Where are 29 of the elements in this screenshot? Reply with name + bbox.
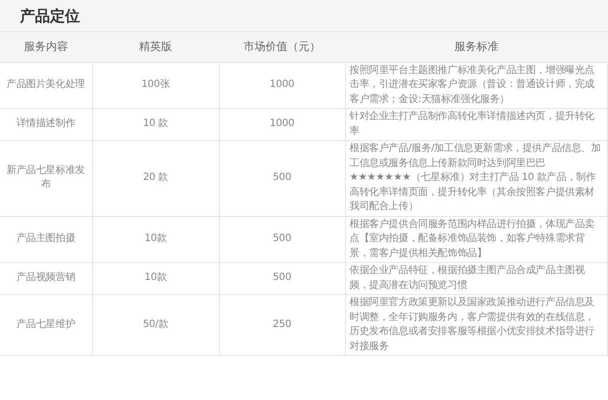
table-cell: 产品图片美化处理 [0, 62, 92, 108]
table-cell: 根据客户产品/服务/加工信息更新需求，提供产品信息、加工信息或服务信息上传新款同时达到阿里巴巴★★★★★★★（七星标准）对主打产品 10 款产品，制作高转化率详情页面，提升转化率（其余按照客户提供素材我司配合上传） [345, 140, 608, 216]
table-cell: 详情描述制作 [0, 108, 92, 140]
table-cell: 产品视频营销 [0, 262, 92, 294]
table-cell: 500 [219, 216, 345, 262]
table-cell: 100张 [92, 62, 219, 108]
table-cell: 根据阿里官方政策更新以及国家政策推动进行产品信息及时调整，全年订购服务内，客户需提供有效的在线信息，历史发布信息或者安排客服等根据小优安排技术指导进行对接服务 [345, 294, 608, 356]
table-cell: 按照阿里平台主题图推广标准美化产品主图，增强曝光点击率，引进潜在买家客户资源（普设：普通设计师，完成客户需求；金设:天猫标准强化服务） [345, 62, 608, 108]
table-cell: 新产品七星标准发布 [0, 140, 92, 216]
table-cell: 产品七星维护 [0, 294, 92, 356]
column-header: 服务标准 [345, 32, 608, 62]
table-cell: 针对企业主打产品制作高转化率详情描述内页，提升转化率 [345, 108, 608, 140]
table-cell: 根据客户提供合同服务范围内样品进行拍摄，体现产品卖点【室内拍摄，配备标准饰品装饰，如客户特殊需求背景，需客户提供相关配饰饰品】 [345, 216, 608, 262]
table-cell: 产品主图拍摄 [0, 216, 92, 262]
table-cell: 50/款 [92, 294, 219, 356]
section-title: 产品定位 [0, 0, 608, 32]
table-cell: 250 [219, 294, 345, 356]
table-cell: 10 款 [92, 108, 219, 140]
column-header: 服务内容 [0, 32, 92, 62]
table-cell: 20 款 [92, 140, 219, 216]
table-cell: 500 [219, 140, 345, 216]
column-header: 市场价值（元） [219, 32, 345, 62]
table-cell: 依据企业产品特征，根据拍摄主图产品合成产品主图视频，提高潜在访问预览习惯 [345, 262, 608, 294]
table-cell: 10款 [92, 262, 219, 294]
table-cell: 1000 [219, 108, 345, 140]
table-cell: 1000 [219, 62, 345, 108]
table-cell: 10款 [92, 216, 219, 262]
table-cell: 500 [219, 262, 345, 294]
column-header: 精英版 [92, 32, 219, 62]
